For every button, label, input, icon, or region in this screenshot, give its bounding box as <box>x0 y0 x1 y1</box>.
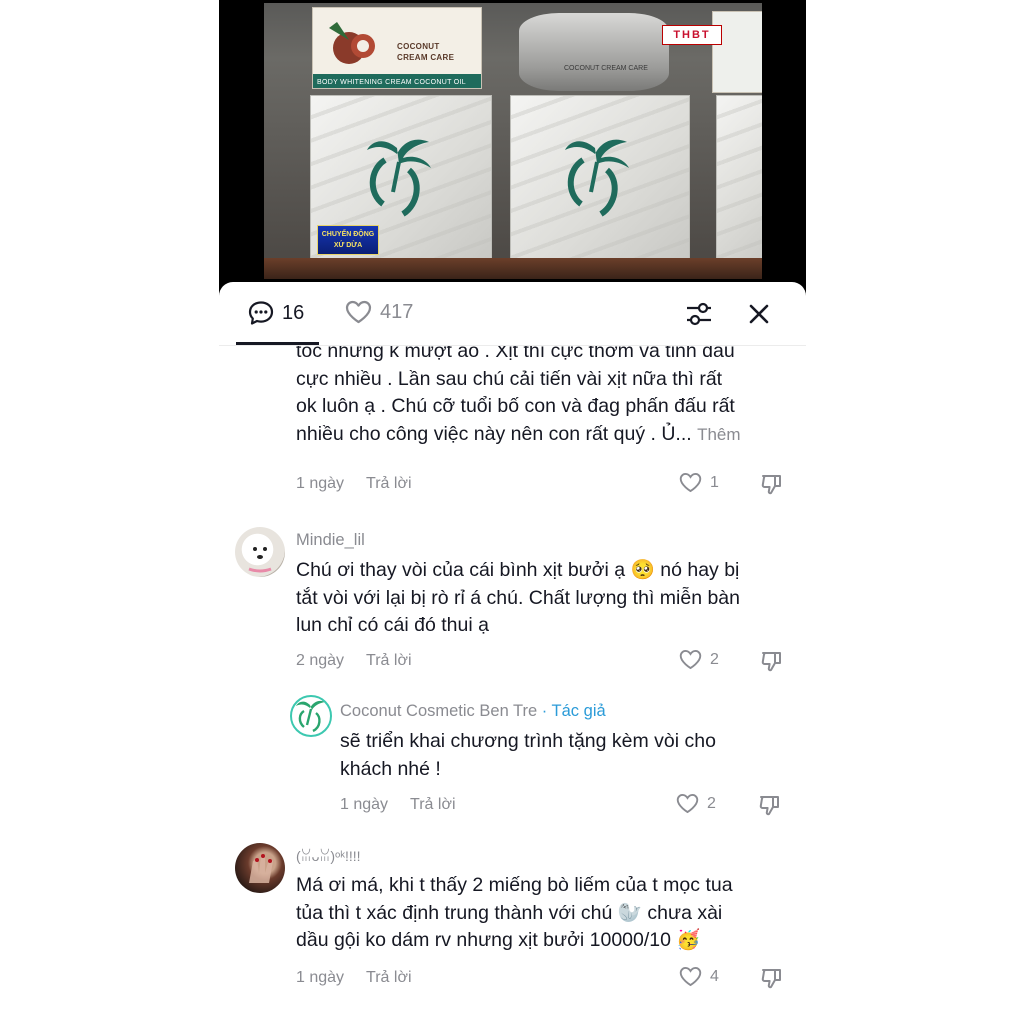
comment-time: 2 ngày <box>296 652 345 669</box>
product1-band-text: BODY WHITENING CREAM COCONUT OIL <box>317 79 466 86</box>
reply-button[interactable]: Trả lời <box>366 969 411 986</box>
product1-line1: COCONUT <box>397 42 440 51</box>
see-more-link[interactable]: Thêm <box>697 425 740 444</box>
comments-count: 16 <box>282 301 305 324</box>
comment-username: Coconut Cosmetic Ben Tre · Tác giả <box>340 702 606 720</box>
phone-screen: COCONUT CREAM CARE BODY WHITENING CREAM … <box>219 0 806 1024</box>
reply-button[interactable]: Trả lời <box>366 475 411 492</box>
like-count: 2 <box>707 794 716 812</box>
channel-logo: THBT <box>662 25 722 45</box>
comment-like-button[interactable]: 1 <box>679 472 719 493</box>
product-box-3 <box>712 11 762 93</box>
thumbs-down-icon[interactable] <box>758 793 782 817</box>
comment-text: tóc nhưng k mượt ảo . Xịt thì cực thơm v… <box>296 346 741 445</box>
comment-time: 1 ngày <box>296 475 345 492</box>
like-count: 1 <box>710 473 719 491</box>
heart-outline-icon <box>679 473 702 493</box>
cream-jar <box>519 13 669 91</box>
wooden-shelf <box>264 258 762 279</box>
comment-username[interactable]: Mindie_lil <box>296 531 365 550</box>
comment-time: 1 ngày <box>340 796 389 813</box>
comment-text: Chú ơi thay vòi của cái bình xịt bưởi ạ … <box>296 559 740 636</box>
palm-face-logo-icon <box>565 139 629 217</box>
comment-meta: 1 ngày Trả lời <box>296 475 412 493</box>
comment-meta: 2 ngày Trả lời <box>296 652 412 670</box>
like-count: 2 <box>710 650 719 668</box>
heart-outline-icon <box>679 650 702 670</box>
sliders-icon[interactable] <box>685 300 713 328</box>
palm-face-logo-icon <box>367 139 431 217</box>
comment-like-button[interactable]: 2 <box>679 649 719 670</box>
program-badge: CHUYỂN ĐỘNG XỨ DỪA <box>317 225 379 255</box>
white-box-right <box>716 95 762 262</box>
heart-outline-icon <box>679 967 702 987</box>
product-box-1: COCONUT CREAM CARE BODY WHITENING CREAM … <box>312 7 482 89</box>
thumbs-down-icon[interactable] <box>760 472 784 496</box>
comment-meta: 1 ngày Trả lời <box>296 969 412 987</box>
comment-text: Má ơi má, khi t thấy 2 miếng bò liếm của… <box>296 874 733 951</box>
likes-count: 417 <box>380 300 414 323</box>
reply-button[interactable]: Trả lời <box>410 796 455 813</box>
tab-likes[interactable]: 417 <box>345 300 413 324</box>
avatar[interactable] <box>290 695 332 737</box>
close-icon[interactable] <box>749 304 769 324</box>
avatar[interactable] <box>235 843 285 893</box>
jar-label: COCONUT CREAM CARE <box>564 65 648 72</box>
palm-logo-icon <box>296 700 325 733</box>
comment-like-button[interactable]: 4 <box>679 966 719 987</box>
heart-outline-icon <box>345 300 372 324</box>
comment-username[interactable]: (ꈍᴗꈍ)ᵒᵏ!!!! <box>296 847 361 865</box>
avatar[interactable] <box>235 527 285 577</box>
comments-header: 16 417 <box>219 282 806 345</box>
tab-comments[interactable]: 16 <box>248 300 304 326</box>
thumbs-down-icon[interactable] <box>760 966 784 990</box>
comments-list[interactable]: tóc nhưng k mượt ảo . Xịt thì cực thơm v… <box>219 346 806 1024</box>
comment-bubble-icon <box>248 301 274 325</box>
comment-text: sẽ triển khai chương trình tặng kèm vòi … <box>340 730 716 780</box>
video-player[interactable]: COCONUT CREAM CARE BODY WHITENING CREAM … <box>219 0 806 300</box>
white-box-center <box>510 95 690 262</box>
comment-meta: 1 ngày Trả lời <box>340 796 456 814</box>
product1-line2: CREAM CARE <box>397 53 455 62</box>
dog-avatar-icon <box>248 547 272 573</box>
comment-like-button[interactable]: 2 <box>676 793 716 814</box>
thumbs-down-icon[interactable] <box>760 649 784 673</box>
comment-time: 1 ngày <box>296 969 345 986</box>
author-tag: · Tác giả <box>541 702 606 720</box>
hand-avatar-icon <box>249 854 273 883</box>
like-count: 4 <box>710 967 719 985</box>
reply-button[interactable]: Trả lời <box>366 652 411 669</box>
comments-sheet: 16 417 tóc nhưng k mượt ảo . Xịt thì cực… <box>219 282 806 1024</box>
heart-outline-icon <box>676 794 699 814</box>
coconut-logo-icon <box>329 22 375 64</box>
video-frame: COCONUT CREAM CARE BODY WHITENING CREAM … <box>264 3 762 279</box>
